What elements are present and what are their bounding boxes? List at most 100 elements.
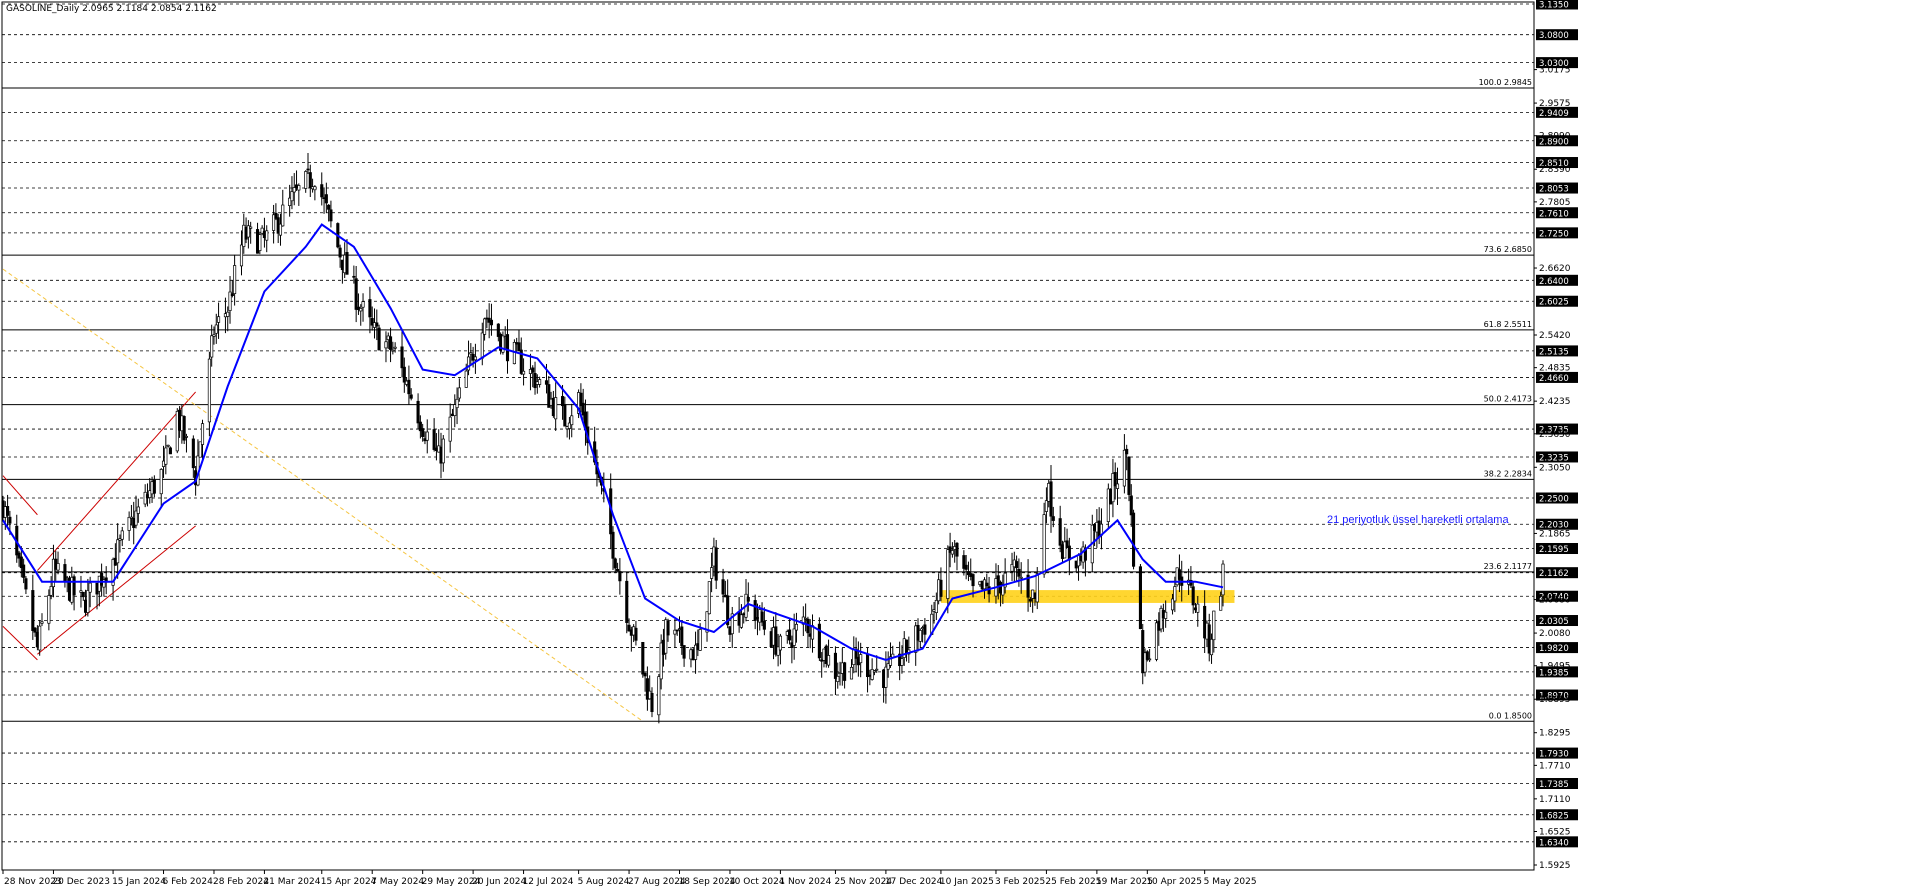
candle-body — [1051, 516, 1055, 521]
candle-body — [872, 670, 876, 673]
candle-body — [538, 379, 542, 385]
candle-body — [86, 590, 90, 613]
candle-body — [1209, 638, 1214, 656]
candle-body — [473, 356, 477, 361]
x-tick-label: 15 Apr 2024 — [321, 877, 377, 887]
candle-body — [469, 352, 473, 355]
candle-body — [400, 346, 404, 369]
price-label: 2.6400 — [1539, 277, 1569, 287]
price-label: 2.0305 — [1539, 617, 1569, 627]
candle-body — [1019, 576, 1023, 579]
candle-body — [746, 597, 750, 602]
candle-body — [432, 429, 436, 450]
ema-label: 21 periyotluk üssel hareketli ortalama — [1327, 514, 1509, 526]
x-tick-label: 3 Feb 2025 — [995, 877, 1045, 887]
chart-title: GASOLINE_Daily 2.0965 2.1184 2.0854 2.11… — [6, 4, 217, 14]
candle-body — [884, 666, 888, 688]
candle-body — [1145, 651, 1149, 660]
candle-body — [47, 595, 51, 624]
candle-body — [675, 629, 679, 632]
candle-body — [40, 621, 44, 624]
candle-body — [393, 346, 397, 349]
candle-body — [946, 549, 950, 599]
candle-body — [389, 336, 393, 350]
candle-body — [1015, 561, 1019, 569]
price-label: 3.1350 — [1539, 1, 1569, 11]
price-label: 1.6340 — [1539, 838, 1569, 848]
candle-body — [425, 431, 429, 441]
candle-body — [441, 438, 445, 464]
candle-body — [865, 653, 870, 678]
candle-body — [778, 635, 782, 651]
candle-body — [964, 564, 968, 570]
x-tick-label: 6 Feb 2024 — [163, 877, 214, 887]
candle-body — [794, 623, 799, 631]
fib-level-label: 61.8 2.5511 — [1484, 320, 1532, 329]
candle-body — [214, 324, 218, 334]
candle-body — [505, 334, 510, 362]
price-label: 2.6025 — [1539, 298, 1569, 308]
y-tick-label: 1.6525 — [1539, 828, 1571, 838]
candle-body — [168, 447, 172, 455]
y-tick-label: 3.0175 — [1539, 66, 1571, 76]
fib-level-label: 23.6 2.1177 — [1484, 562, 1532, 571]
candle-body — [875, 668, 879, 671]
candle-body — [31, 590, 35, 631]
candle-body — [1058, 518, 1062, 546]
candle-body — [375, 322, 379, 327]
candle-body — [464, 370, 468, 388]
candle-body — [934, 600, 938, 613]
price-label: 2.3235 — [1539, 453, 1569, 463]
price-label: 2.5135 — [1539, 347, 1569, 357]
candle-body — [448, 416, 452, 442]
x-tick-label: 12 Jul 2024 — [523, 877, 574, 887]
candle-body — [297, 185, 301, 191]
candle-body — [320, 184, 324, 198]
candle-body — [249, 226, 253, 229]
x-tick-label: 5 May 2025 — [1204, 877, 1257, 887]
candle-body — [923, 624, 927, 635]
candle-body — [207, 358, 211, 423]
candle-body — [544, 380, 549, 385]
candle-body — [1042, 514, 1046, 575]
candle-body — [570, 415, 574, 426]
candle-body — [1191, 586, 1195, 606]
candle-body — [739, 614, 743, 628]
candle-body — [1148, 658, 1152, 661]
price-label: 1.9820 — [1539, 644, 1569, 654]
price-label: 2.1162 — [1539, 569, 1569, 579]
candle-body — [849, 666, 854, 680]
y-tick-label: 1.5925 — [1539, 861, 1571, 871]
chart-background — [0, 0, 1916, 888]
candle-body — [281, 204, 285, 227]
candle-body — [625, 580, 629, 623]
y-tick-label: 1.9495 — [1539, 662, 1571, 672]
y-tick-label: 2.0680 — [1539, 596, 1571, 606]
candle-body — [306, 168, 310, 171]
candle-body — [1049, 481, 1053, 517]
x-tick-label: 21 Mar 2024 — [263, 877, 320, 887]
y-tick-label: 1.7710 — [1539, 761, 1571, 771]
price-label: 2.4660 — [1539, 374, 1569, 384]
candle-body — [88, 582, 92, 593]
candle-body — [22, 564, 26, 578]
candle-body — [159, 469, 163, 495]
price-label: 1.7930 — [1539, 750, 1569, 760]
x-tick-label: 15 Jan 2024 — [112, 877, 166, 887]
candle-body — [24, 578, 28, 590]
candle-body — [950, 550, 954, 555]
candle-body — [939, 579, 943, 597]
price-label: 1.6825 — [1539, 811, 1569, 821]
candle-body — [833, 652, 837, 679]
y-tick-label: 2.3650 — [1539, 430, 1571, 440]
price-label: 2.8053 — [1539, 185, 1569, 195]
y-tick-label: 1.8895 — [1539, 695, 1571, 705]
candle-body — [338, 247, 342, 258]
candle-body — [531, 367, 535, 373]
candle-body — [327, 204, 331, 210]
candle-body — [258, 234, 262, 251]
candle-body — [212, 334, 216, 337]
candle-body — [324, 194, 328, 204]
candle-body — [1138, 566, 1142, 630]
candle-body — [1035, 573, 1039, 603]
